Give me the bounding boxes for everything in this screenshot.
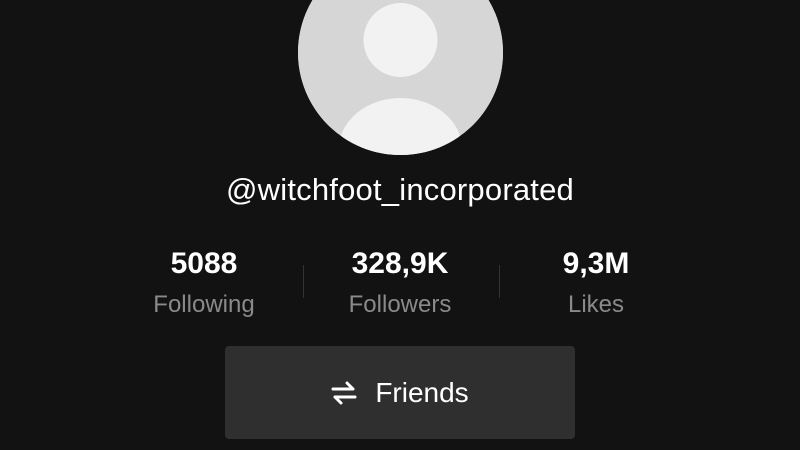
- friends-button[interactable]: Friends: [225, 346, 575, 439]
- friends-button-label: Friends: [375, 376, 469, 408]
- username: @witchfoot_incorporated: [226, 172, 574, 207]
- following-count: 5088: [170, 247, 238, 280]
- likes-count: 9,3M: [562, 247, 630, 280]
- stat-followers[interactable]: 328,9K Followers: [300, 244, 500, 324]
- profile-header: @witchfoot_incorporated 5088 Following 3…: [0, 0, 800, 450]
- following-label: Following: [153, 291, 255, 318]
- stats-divider: [499, 265, 500, 298]
- likes-label: Likes: [567, 291, 625, 318]
- stats-divider: [303, 265, 304, 298]
- followers-label: Followers: [348, 291, 452, 318]
- stat-following[interactable]: 5088 Following: [104, 244, 304, 324]
- followers-count: 328,9K: [351, 247, 449, 280]
- avatar[interactable]: [298, 0, 503, 155]
- swap-arrows-icon: [331, 380, 357, 406]
- profile-stats: 5088 Following 328,9K Followers 9,3M Lik…: [0, 244, 800, 324]
- stat-likes[interactable]: 9,3M Likes: [496, 244, 696, 324]
- default-user-avatar-icon: [298, 0, 503, 155]
